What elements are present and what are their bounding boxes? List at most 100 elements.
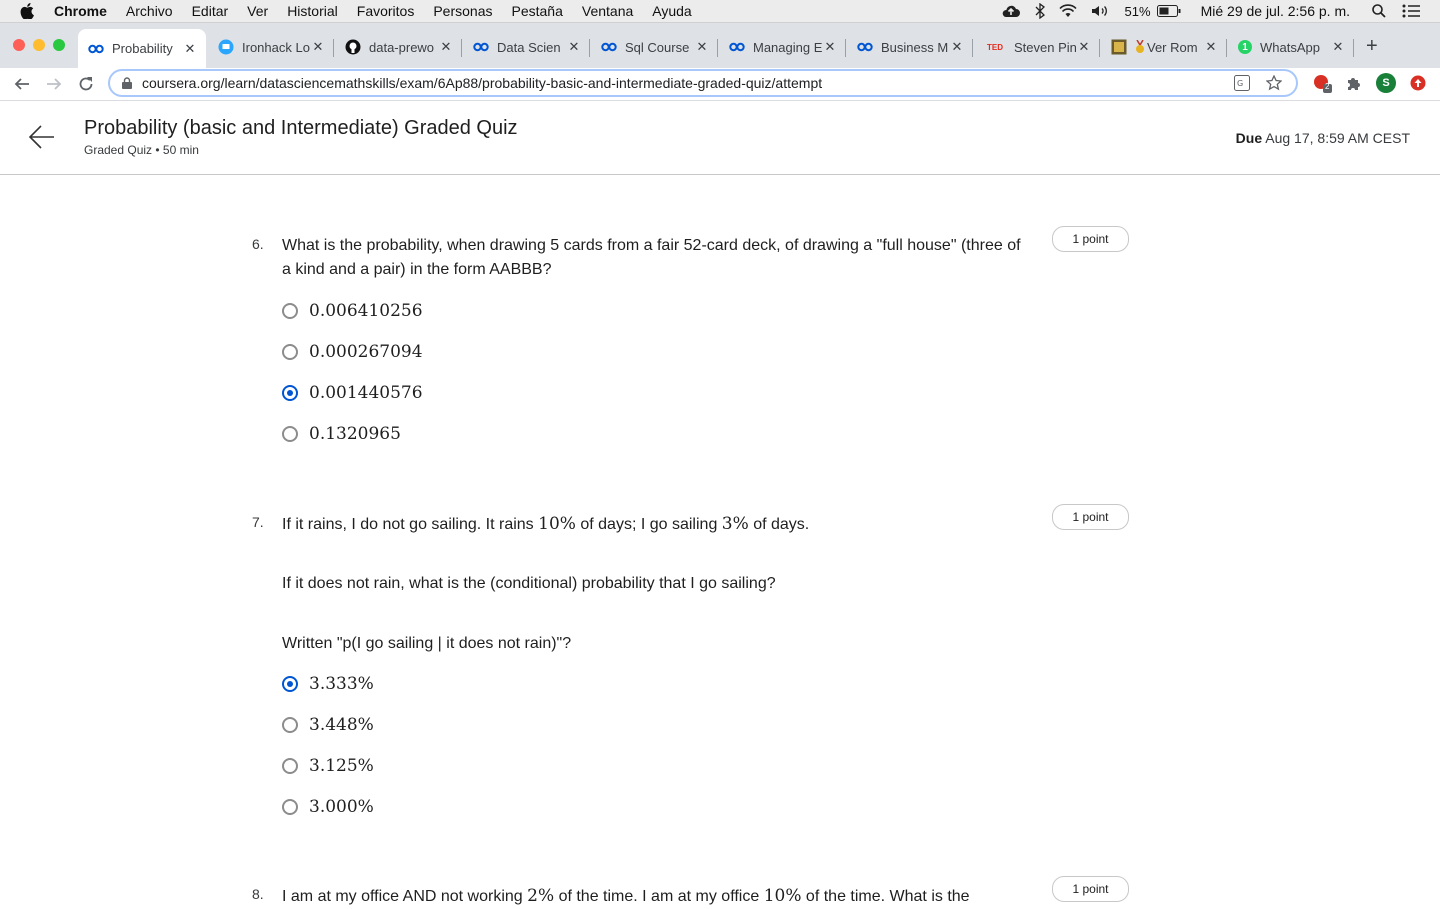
extensions-puzzle-icon[interactable] xyxy=(1344,73,1364,93)
forward-nav-icon[interactable] xyxy=(44,74,64,94)
coursera-icon xyxy=(601,39,617,55)
tab-label: Business M xyxy=(881,39,949,55)
zoom-window-button[interactable] xyxy=(53,39,65,51)
menubar-status-area: 51% Mié 29 de jul. 2:56 p. m. xyxy=(987,0,1420,22)
url-path: /learn/datasciencemathskills/exam/6Ap88/… xyxy=(220,75,823,91)
question-text: What is the probability, when drawing 5 … xyxy=(282,237,1021,278)
site-logo-icon xyxy=(1111,39,1127,55)
answer-option[interactable]: 3.125% xyxy=(282,754,374,778)
menu-pestana[interactable]: Pestaña xyxy=(512,3,563,19)
bluetooth-icon[interactable] xyxy=(1035,3,1045,19)
volume-icon[interactable] xyxy=(1091,4,1111,18)
close-tab-icon[interactable]: ✕ xyxy=(1076,39,1092,55)
browser-tab-strip: Probability ✕ Ironhack Lo ✕ data-prewo ✕… xyxy=(0,23,1440,68)
back-arrow-icon[interactable] xyxy=(28,123,56,151)
radio-button-selected[interactable] xyxy=(282,385,298,401)
spotlight-search-icon[interactable] xyxy=(1372,4,1386,18)
option-label: 0.006410256 xyxy=(309,301,423,321)
browser-tab[interactable]: Ironhack Lo ✕ xyxy=(208,31,334,63)
browser-tab[interactable]: Data Scien ✕ xyxy=(463,31,590,63)
medal-icon xyxy=(1135,39,1145,55)
close-tab-icon[interactable]: ✕ xyxy=(182,41,198,57)
browser-tab[interactable]: TED Steven Pin ✕ xyxy=(974,31,1100,63)
browser-tab[interactable]: 1 WhatsApp ✕ xyxy=(1228,31,1354,63)
radio-button[interactable] xyxy=(282,758,298,774)
close-tab-icon[interactable]: ✕ xyxy=(566,39,582,55)
answer-option[interactable]: 3.333% xyxy=(282,672,374,696)
browser-tab[interactable]: Ver Rom ✕ xyxy=(1101,31,1227,63)
radio-button[interactable] xyxy=(282,303,298,319)
due-label: Due xyxy=(1235,130,1263,146)
extension-badge-icon[interactable]: 2 xyxy=(1312,73,1332,93)
tab-separator xyxy=(717,39,718,57)
ironhack-icon xyxy=(218,39,234,55)
url-domain: coursera.org xyxy=(142,75,221,91)
bookmark-star-icon[interactable] xyxy=(1265,74,1283,96)
tab-separator xyxy=(589,39,590,57)
close-window-button[interactable] xyxy=(13,39,25,51)
profile-avatar[interactable]: S xyxy=(1376,73,1396,93)
reload-icon[interactable] xyxy=(76,74,96,94)
radio-button[interactable] xyxy=(282,799,298,815)
update-chrome-icon[interactable] xyxy=(1408,73,1428,93)
browser-tab[interactable]: data-prewo ✕ xyxy=(335,31,462,63)
radio-button[interactable] xyxy=(282,717,298,733)
menubar-datetime[interactable]: Mié 29 de jul. 2:56 p. m. xyxy=(1201,3,1350,19)
cloud-upload-icon[interactable] xyxy=(1001,4,1021,18)
question-paragraph: Written "p(I go sailing | it does not ra… xyxy=(282,635,572,652)
answer-option[interactable]: 0.1320965 xyxy=(282,422,401,446)
option-label: 0.000267094 xyxy=(309,342,423,362)
lock-icon[interactable] xyxy=(122,77,132,89)
coursera-icon xyxy=(473,39,489,55)
option-label: 0.1320965 xyxy=(309,424,401,444)
menu-editar[interactable]: Editar xyxy=(192,3,229,19)
omnibox-actions: G xyxy=(1234,74,1283,96)
browser-tab-active[interactable]: Probability ✕ xyxy=(78,29,206,68)
menu-ventana[interactable]: Ventana xyxy=(582,3,633,19)
apple-icon[interactable] xyxy=(20,3,34,19)
menu-app-name[interactable]: Chrome xyxy=(54,3,107,19)
due-value: Aug 17, 8:59 AM CEST xyxy=(1265,130,1410,146)
menu-personas[interactable]: Personas xyxy=(433,3,492,19)
option-label: 3.333% xyxy=(309,674,374,694)
due-date: Due Aug 17, 8:59 AM CEST xyxy=(1236,130,1410,146)
menu-archivo[interactable]: Archivo xyxy=(126,3,173,19)
back-nav-icon[interactable] xyxy=(12,74,32,94)
close-tab-icon[interactable]: ✕ xyxy=(438,39,454,55)
menu-ver[interactable]: Ver xyxy=(247,3,268,19)
close-tab-icon[interactable]: ✕ xyxy=(949,39,965,55)
notification-center-icon[interactable] xyxy=(1402,4,1420,18)
answer-option[interactable]: 3.000% xyxy=(282,795,374,819)
wifi-icon[interactable] xyxy=(1058,4,1077,18)
page-subtitle: Graded Quiz • 50 min xyxy=(84,143,199,157)
close-tab-icon[interactable]: ✕ xyxy=(310,39,326,55)
translate-icon[interactable]: G xyxy=(1234,75,1250,96)
battery-icon[interactable] xyxy=(1156,5,1181,17)
answer-option[interactable]: 0.006410256 xyxy=(282,299,423,323)
new-tab-button[interactable]: + xyxy=(1366,35,1378,58)
browser-tab[interactable]: Sql Course ✕ xyxy=(591,31,718,63)
close-tab-icon[interactable]: ✕ xyxy=(694,39,710,55)
radio-button[interactable] xyxy=(282,426,298,442)
answer-option[interactable]: 3.448% xyxy=(282,713,374,737)
menu-historial[interactable]: Historial xyxy=(287,3,338,19)
browser-tab[interactable]: Business M ✕ xyxy=(847,31,973,63)
address-bar[interactable]: coursera.org/learn/datasciencemathskills… xyxy=(108,69,1298,97)
menu-favoritos[interactable]: Favoritos xyxy=(357,3,415,19)
tab-label: Managing E xyxy=(753,39,822,55)
radio-button-selected[interactable] xyxy=(282,676,298,692)
answer-option[interactable]: 0.001440576 xyxy=(282,381,423,405)
question-number: 6. xyxy=(252,236,264,252)
close-tab-icon[interactable]: ✕ xyxy=(1330,39,1346,55)
tab-label: Steven Pin xyxy=(1014,39,1076,55)
page-title: Probability (basic and Intermediate) Gra… xyxy=(84,117,518,139)
battery-percent: 51% xyxy=(1124,3,1151,19)
minimize-window-button[interactable] xyxy=(33,39,45,51)
close-tab-icon[interactable]: ✕ xyxy=(822,39,838,55)
close-tab-icon[interactable]: ✕ xyxy=(1203,39,1219,55)
browser-tab[interactable]: Managing E ✕ xyxy=(719,31,846,63)
radio-button[interactable] xyxy=(282,344,298,360)
option-label: 3.125% xyxy=(309,756,374,776)
answer-option[interactable]: 0.000267094 xyxy=(282,340,423,364)
menu-ayuda[interactable]: Ayuda xyxy=(652,3,691,19)
